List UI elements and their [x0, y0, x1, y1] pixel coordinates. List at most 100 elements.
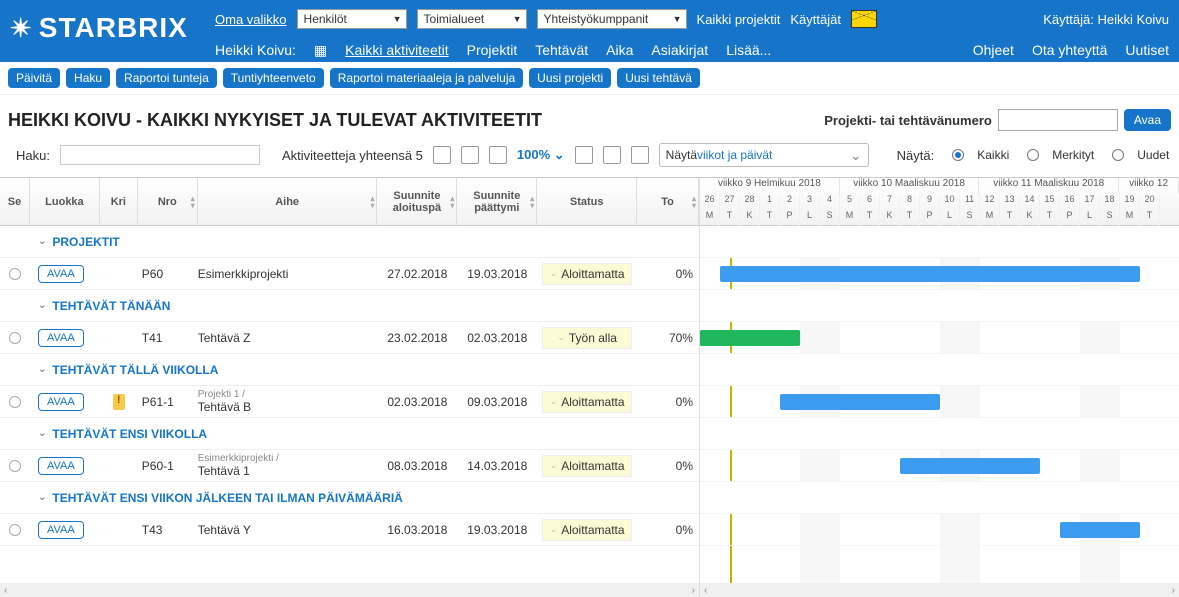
day-cell: 3 — [800, 194, 820, 210]
grid: Se Luokka Kri Nro▴▾ Aihe▴▾ Suunnite aloi… — [0, 177, 1179, 597]
day-cell: 10 — [940, 194, 960, 210]
col-aihe[interactable]: Aihe▴▾ — [198, 178, 378, 225]
pill-tuntiyhteenveto[interactable]: Tuntiyhteenveto — [223, 68, 324, 88]
cell-nro: P61-1 — [138, 395, 198, 409]
cell-status[interactable]: ⌄Aloittamatta — [542, 519, 632, 541]
group-row[interactable]: ⌄TEHTÄVÄT TÄNÄÄN — [0, 290, 699, 322]
nav-projektit[interactable]: Projektit — [467, 42, 518, 58]
cell-start: 23.02.2018 — [377, 331, 457, 345]
left-scrollbar[interactable]: ‹› — [0, 583, 699, 597]
cell-status[interactable]: ⌄Aloittamatta — [542, 391, 632, 413]
pill-raportoi-materiaaleja[interactable]: Raportoi materiaaleja ja palveluja — [330, 68, 523, 88]
export-icon[interactable] — [461, 146, 479, 164]
pill-uusi-projekti[interactable]: Uusi projekti — [529, 68, 611, 88]
row-select[interactable] — [9, 460, 21, 472]
cell-nro: T43 — [138, 523, 198, 537]
dow-cell: P — [920, 210, 940, 226]
col-nro[interactable]: Nro▴▾ — [138, 178, 198, 225]
link-kaikki-projektit[interactable]: Kaikki projektit — [697, 12, 781, 27]
top-row-2: Heikki Koivu: ▦ Kaikki aktiviteetit Proj… — [215, 40, 1169, 60]
action-bar: Päivitä Haku Raportoi tunteja Tuntiyhtee… — [0, 62, 1179, 95]
open-row-button[interactable]: AVAA — [38, 265, 84, 283]
row-select[interactable] — [9, 332, 21, 344]
project-search-input[interactable] — [998, 109, 1118, 131]
nav-asiakirjat[interactable]: Asiakirjat — [651, 42, 708, 58]
group-row[interactable]: ⌄PROJEKTIT — [0, 226, 699, 258]
print-icon[interactable] — [433, 146, 451, 164]
radio-uudet[interactable] — [1112, 149, 1124, 161]
gantt-bar[interactable] — [780, 394, 940, 410]
day-cell: 6 — [860, 194, 880, 210]
gantt-row — [700, 482, 1179, 514]
col-end[interactable]: Suunnite päättymi▴▾ — [457, 178, 537, 225]
nav-lisaa[interactable]: Lisää... — [726, 42, 771, 58]
gantt-bar[interactable] — [900, 458, 1040, 474]
col-start[interactable]: Suunnite aloituspä▴▾ — [377, 178, 457, 225]
cell-nro: P60-1 — [138, 459, 198, 473]
nav-aika[interactable]: Aika — [606, 42, 633, 58]
pill-raportoi-tunteja[interactable]: Raportoi tunteja — [116, 68, 217, 88]
select-toimialueet[interactable]: Toimialueet — [417, 9, 527, 29]
pill-haku[interactable]: Haku — [66, 68, 110, 88]
pill-paivita[interactable]: Päivitä — [8, 68, 60, 88]
view-select[interactable]: Näytä viikot ja päivät — [659, 143, 869, 167]
search-input[interactable] — [60, 145, 260, 165]
group-row[interactable]: ⌄TEHTÄVÄT ENSI VIIKON JÄLKEEN TAI ILMAN … — [0, 482, 699, 514]
col-status[interactable]: Status — [537, 178, 637, 225]
open-row-button[interactable]: AVAA — [38, 393, 84, 411]
zoom-fit-icon[interactable] — [631, 146, 649, 164]
columns-icon[interactable] — [489, 146, 507, 164]
day-cell: 7 — [880, 194, 900, 210]
day-cell: 12 — [980, 194, 1000, 210]
row-select[interactable] — [9, 524, 21, 536]
cell-status[interactable]: ⌄Työn alla — [542, 327, 632, 349]
col-luokka[interactable]: Luokka — [30, 178, 100, 225]
link-oma-valikko[interactable]: Oma valikko — [215, 12, 287, 27]
gantt-bar[interactable] — [720, 266, 1140, 282]
radio-kaikki[interactable] — [952, 149, 964, 161]
day-cell: 18 — [1100, 194, 1120, 210]
link-kayttajat[interactable]: Käyttäjät — [790, 12, 841, 27]
gantt-bar[interactable] — [1060, 522, 1140, 538]
select-yhteistyokumppanit[interactable]: Yhteistyökumppanit — [537, 9, 687, 29]
gantt-body[interactable] — [700, 226, 1179, 583]
nav-user: Heikki Koivu: — [215, 42, 296, 58]
group-row[interactable]: ⌄TEHTÄVÄT TÄLLÄ VIIKOLLA — [0, 354, 699, 386]
nav-uutiset[interactable]: Uutiset — [1125, 42, 1169, 58]
row-select[interactable] — [9, 396, 21, 408]
day-cell: 16 — [1060, 194, 1080, 210]
cell-aihe: Projekti 1 /Tehtävä B — [198, 389, 378, 414]
dow-cell: T — [900, 210, 920, 226]
nav-ota-yhteytta[interactable]: Ota yhteyttä — [1032, 42, 1107, 58]
open-row-button[interactable]: AVAA — [38, 521, 84, 539]
nav-ohjeet[interactable]: Ohjeet — [973, 42, 1014, 58]
col-percent[interactable]: To▴▾ — [637, 178, 699, 225]
col-kri[interactable]: Kri — [100, 178, 138, 225]
pill-uusi-tehtava[interactable]: Uusi tehtävä — [617, 68, 700, 88]
open-button[interactable]: Avaa — [1124, 109, 1171, 131]
radio-kaikki-label: Kaikki — [977, 148, 1009, 162]
radio-merkityt[interactable] — [1027, 149, 1039, 161]
row-select[interactable] — [9, 268, 21, 280]
right-scrollbar[interactable]: ‹› — [700, 583, 1179, 597]
day-cell: 5 — [840, 194, 860, 210]
select-henkilot[interactable]: Henkilöt — [297, 9, 407, 29]
open-row-button[interactable]: AVAA — [38, 457, 84, 475]
zoom-value[interactable]: 100% ⌄ — [517, 147, 565, 163]
nav-tehtavat[interactable]: Tehtävät — [535, 42, 588, 58]
zoom-in-icon[interactable] — [575, 146, 593, 164]
top-row-1: Oma valikko Henkilöt Toimialueet Yhteist… — [215, 8, 1169, 30]
zoom-out-icon[interactable] — [603, 146, 621, 164]
nav-kaikki-aktiviteetit[interactable]: Kaikki aktiviteetit — [345, 42, 448, 58]
group-row[interactable]: ⌄TEHTÄVÄT ENSI VIIKOLLA — [0, 418, 699, 450]
cell-status[interactable]: ⌄Aloittamatta — [542, 263, 632, 285]
mail-icon[interactable] — [851, 10, 877, 28]
col-select[interactable]: Se — [0, 178, 30, 225]
cell-status[interactable]: ⌄Aloittamatta — [542, 455, 632, 477]
day-cell: 28 — [740, 194, 760, 210]
cell-end: 02.03.2018 — [457, 331, 537, 345]
cell-aihe: Tehtävä Z — [198, 331, 378, 345]
cell-start: 27.02.2018 — [377, 267, 457, 281]
open-row-button[interactable]: AVAA — [38, 329, 84, 347]
dow-cell: T — [760, 210, 780, 226]
